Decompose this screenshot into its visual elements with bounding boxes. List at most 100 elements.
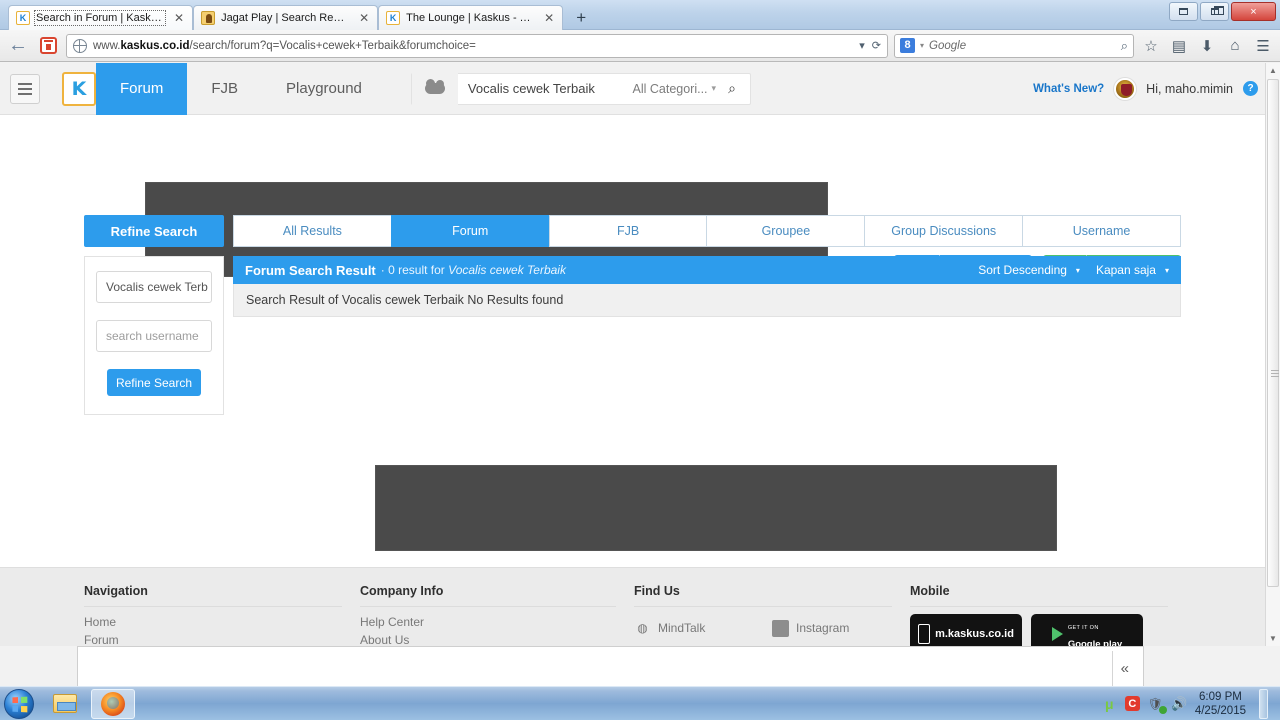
reload-icon[interactable]: ⟳ (872, 39, 881, 52)
chevron-down-icon[interactable]: ▾ (859, 39, 865, 52)
minimize-button[interactable] (1169, 2, 1198, 21)
stop-icon[interactable] (36, 34, 60, 58)
mobile-phone-icon (918, 624, 931, 644)
site-search[interactable]: Vocalis cewek Terbaik All Categori... ▾ … (410, 72, 751, 105)
ccleaner-icon[interactable]: C (1124, 696, 1140, 711)
username-input[interactable]: search username (96, 320, 212, 352)
page-scrollbar[interactable]: ▲ ▼ (1265, 63, 1280, 646)
bottom-banner-row (84, 465, 1181, 559)
time-filter-dropdown[interactable]: Kapan saja ▾ (1096, 263, 1169, 277)
category-select[interactable]: All Categori... (633, 82, 712, 96)
google-play-icon (1051, 627, 1063, 641)
footer-heading: Find Us (634, 584, 680, 598)
avatar[interactable] (1114, 77, 1137, 100)
whats-new-link[interactable]: What's New? (1033, 83, 1104, 95)
results-panel: Forum Search Result · 0 result for Vocal… (233, 256, 1181, 317)
tab-all-results[interactable]: All Results (233, 215, 391, 247)
browser-tab-3[interactable]: K The Lounge | Kaskus - The ... ✕ (378, 5, 564, 30)
search-input[interactable]: Vocalis cewek Terbaik (458, 81, 633, 96)
find-bar[interactable]: « (77, 646, 1144, 690)
scroll-up-icon[interactable]: ▲ (1266, 63, 1280, 78)
security-icon[interactable]: 🛡 (1147, 695, 1167, 714)
browser-titlebar: K Search in Forum | Kaskus - ... ✕ Jagat… (0, 0, 1280, 30)
hamburger-icon[interactable] (10, 73, 40, 104)
globe-icon (73, 38, 87, 53)
footer-heading: Mobile (910, 584, 950, 598)
bottom-ad-banner[interactable] (375, 465, 1057, 551)
collapse-icon[interactable]: « (1113, 660, 1137, 677)
nav-item-playground[interactable]: Playground (262, 63, 386, 115)
restore-button[interactable] (1200, 2, 1229, 21)
footer-link-forum[interactable]: Forum (84, 632, 360, 646)
instagram-icon (772, 619, 789, 637)
reading-list-icon[interactable]: ▤ (1168, 35, 1190, 57)
address-bar[interactable]: www.kaskus.co.id/search/forum?q=Vocalis+… (66, 33, 888, 58)
browser-tab-2[interactable]: Jagat Play | Search Results ✕ (193, 5, 379, 30)
user-greeting[interactable]: Hi, maho.mimin (1146, 82, 1233, 96)
footer-link-about-us[interactable]: About Us (360, 632, 634, 646)
refine-search-header[interactable]: Refine Search (84, 215, 224, 247)
google-play-button[interactable]: GET IT ON Google play (1031, 614, 1143, 646)
keyword-input[interactable]: Vocalis cewek Terb (96, 271, 212, 303)
windows-taskbar: μ C 🛡 🔊 6:09 PM 4/25/2015 (0, 686, 1280, 720)
browser-tab-1[interactable]: K Search in Forum | Kaskus - ... ✕ (8, 5, 194, 30)
google-play-label: GET IT ON Google play (1067, 625, 1123, 646)
tab-forum[interactable]: Forum (390, 215, 549, 247)
cloud-icon (411, 72, 458, 105)
kaskus-logo[interactable]: K (62, 71, 96, 106)
search-body: Vocalis cewek Terb search username Refin… (84, 256, 1181, 415)
volume-icon[interactable]: 🔊 (1171, 695, 1188, 712)
show-desktop-button[interactable] (1259, 688, 1268, 719)
nav-item-fjb[interactable]: FJB (187, 63, 262, 115)
tab-groupee[interactable]: Groupee (706, 215, 865, 247)
close-icon[interactable]: ✕ (540, 12, 554, 24)
nav-item-forum[interactable]: Forum (96, 63, 188, 115)
result-title: Forum Search Result (245, 262, 376, 278)
social-link-mindtalk[interactable]: ◍ MindTalk (634, 614, 772, 642)
browser-search-box[interactable]: 8 ▾ Google ⌕ (894, 33, 1134, 58)
footer-mobile-column: Mobile m.kaskus.co.id GET IT ON Google p… (910, 584, 1186, 646)
tab-username[interactable]: Username (1022, 215, 1181, 247)
scrollbar-thumb[interactable] (1267, 79, 1279, 587)
scroll-down-icon[interactable]: ▼ (1266, 631, 1280, 646)
chevron-down-icon[interactable]: ▾ (712, 83, 729, 94)
start-button[interactable] (4, 688, 34, 719)
refine-search-button[interactable]: Refine Search (107, 369, 201, 396)
new-tab-button[interactable]: + (569, 6, 593, 30)
browser-navbar: ← www.kaskus.co.id/search/forum?q=Vocali… (0, 30, 1280, 62)
taskbar-clock[interactable]: 6:09 PM 4/25/2015 (1195, 690, 1252, 718)
help-icon[interactable]: ? (1243, 81, 1258, 96)
mobile-site-button[interactable]: m.kaskus.co.id (910, 614, 1022, 646)
sort-label: Sort Descending (978, 263, 1067, 277)
browser-window: K Search in Forum | Kaskus - ... ✕ Jagat… (0, 0, 1280, 690)
search-icon[interactable]: ⌕ (1121, 38, 1128, 54)
close-button[interactable]: × (1231, 2, 1276, 21)
back-icon[interactable]: ← (6, 34, 30, 58)
mobile-store-buttons: m.kaskus.co.id GET IT ON Google play  D… (910, 614, 1186, 646)
downloads-icon[interactable]: ⬇ (1196, 35, 1218, 57)
menu-icon[interactable]: ☰ (1252, 35, 1274, 57)
social-label: MindTalk (658, 621, 706, 635)
site-header: K Forum FJB Playground Vocalis cewek Ter… (0, 63, 1280, 115)
footer-navigation-column: Navigation Home Forum Jual Beli Groupee … (84, 584, 360, 646)
taskbar-item-firefox[interactable] (91, 688, 135, 719)
chevron-down-icon[interactable]: ▾ (920, 41, 924, 50)
tab-group-discussions[interactable]: Group Discussions (864, 215, 1023, 247)
sort-dropdown[interactable]: Sort Descending ▾ (978, 263, 1080, 277)
system-tray: μ C 🛡 🔊 6:09 PM 4/25/2015 (1101, 688, 1276, 719)
tab-title: Search in Forum | Kaskus - ... (34, 10, 166, 26)
search-icon[interactable]: ⌕ (728, 80, 750, 97)
bookmark-star-icon[interactable]: ☆ (1140, 35, 1162, 57)
utorrent-icon[interactable]: μ (1101, 695, 1118, 712)
taskbar-item-explorer[interactable] (43, 689, 87, 719)
close-icon[interactable]: ✕ (355, 12, 369, 24)
footer-link-help-center[interactable]: Help Center (360, 614, 634, 632)
close-icon[interactable]: ✕ (170, 12, 184, 24)
footer-link-home[interactable]: Home (84, 614, 360, 632)
social-links: ◍ MindTalk Instagram 🐦 Forum 🐦 FJB (634, 614, 910, 646)
tab-fjb[interactable]: FJB (548, 215, 707, 247)
home-icon[interactable]: ⌂ (1224, 35, 1246, 57)
footer-heading: Company Info (360, 584, 444, 598)
divider (910, 606, 1168, 607)
social-link-instagram[interactable]: Instagram (772, 614, 910, 642)
